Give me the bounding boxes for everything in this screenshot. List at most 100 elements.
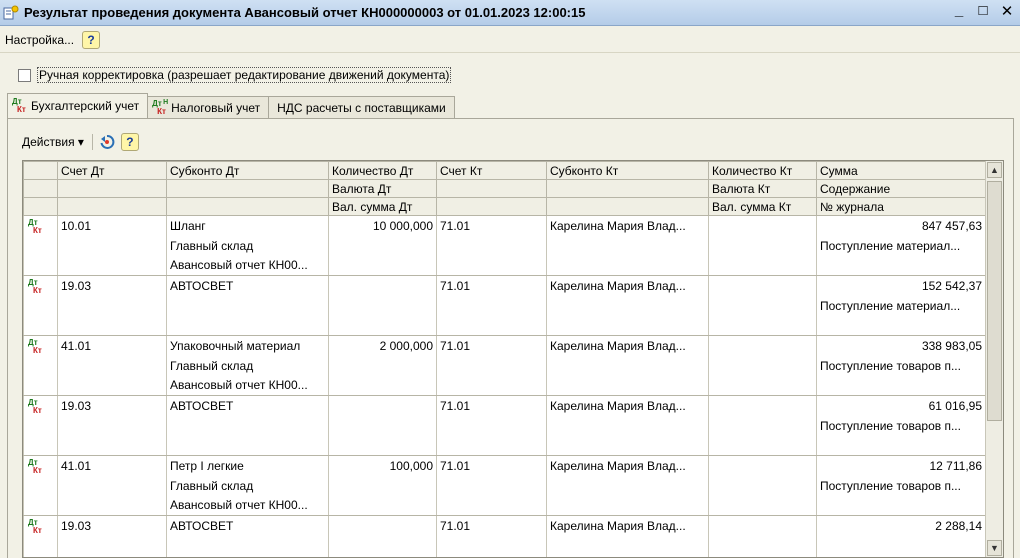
row-icon-cell (23, 255, 58, 276)
cell-quantity-kt (708, 455, 817, 476)
cell-account-kt (436, 295, 547, 316)
cell-account-kt: 71.01 (436, 455, 547, 476)
tab-accounting[interactable]: Дт Кт Бухгалтерский учет (7, 93, 149, 118)
table-row[interactable] (23, 315, 986, 336)
table-row[interactable] (23, 435, 986, 456)
column-header[interactable] (57, 197, 167, 216)
table-row[interactable]: Дт Кт 19.03 АВТОСВЕТ 71.01 Карелина Мария Вла… (23, 395, 986, 416)
maximize-button[interactable]: □ (976, 2, 990, 20)
scroll-thumb[interactable] (987, 181, 1002, 421)
table-row[interactable]: Дт Кт 19.03 АВТОСВЕТ 71.01 Карелина Мария Вла… (23, 515, 986, 536)
table-row[interactable]: Главный склад Поступление товаров п... (23, 475, 986, 496)
refresh-icon[interactable] (99, 134, 115, 150)
column-header[interactable] (166, 179, 329, 198)
dt-kt-tax-icon: Дт Н Кт (152, 98, 169, 116)
column-header[interactable]: Содержание (816, 179, 986, 198)
minimize-button[interactable]: _ (952, 2, 966, 20)
table-row[interactable]: Дт Кт 41.01 Упаковочный материал 2 000,000 71… (23, 335, 986, 356)
cell-quantity-dt (328, 495, 437, 516)
tab-label: НДС расчеты с поставщиками (277, 100, 446, 115)
row-icon-cell: Дт Кт (23, 515, 58, 536)
cell-subconto-kt: Карелина Мария Влад... (546, 335, 709, 356)
column-header[interactable]: Вал. сумма Дт (328, 197, 437, 216)
cell-subconto-dt: Главный склад (166, 235, 329, 256)
column-header[interactable] (23, 197, 58, 216)
table-row[interactable]: Авансовый отчет КН00... (23, 495, 986, 516)
column-header[interactable]: Сумма (816, 161, 986, 180)
table-row[interactable] (23, 535, 986, 556)
cell-quantity-kt (708, 515, 817, 536)
table-row[interactable]: Поступление товаров п... (23, 415, 986, 436)
grid-help-button[interactable]: ? (120, 133, 139, 151)
column-header[interactable] (57, 179, 167, 198)
cell-quantity-kt (708, 435, 817, 456)
cell-subconto-kt (546, 315, 709, 336)
column-header[interactable]: Субконто Дт (166, 161, 329, 180)
cell-account-dt: 10.01 (57, 215, 167, 236)
table-row[interactable]: Главный склад Поступление товаров п... (23, 355, 986, 376)
column-header[interactable] (23, 161, 58, 180)
cell-subconto-kt: Карелина Мария Влад... (546, 455, 709, 476)
close-button[interactable]: ✕ (1000, 2, 1014, 20)
table-row[interactable]: Поступление материал... (23, 295, 986, 316)
cell-quantity-dt: 2 000,000 (328, 335, 437, 356)
manual-edit-label[interactable]: Ручная корректировка (разрешает редактир… (37, 67, 452, 83)
column-header[interactable]: Счет Кт (436, 161, 547, 180)
column-header[interactable]: Счет Дт (57, 161, 167, 180)
cell-account-kt (436, 475, 547, 496)
table-row[interactable]: Главный склад Поступление материал... (23, 235, 986, 256)
row-icon-cell: Дт Кт (23, 275, 58, 296)
help-button[interactable]: ? (82, 30, 101, 49)
cell-subconto-dt (166, 415, 329, 436)
postings-grid[interactable]: Счет Дт Субконто Дт Количество Дт Счет Кт Су… (22, 160, 1004, 558)
column-header[interactable] (546, 197, 709, 216)
table-row[interactable]: Дт Кт 41.01 Петр I легкие 100,000 71.01 Карели… (23, 455, 986, 476)
row-icon-cell (23, 315, 58, 336)
cell-account-kt: 71.01 (436, 395, 547, 416)
cell-account-kt: 71.01 (436, 215, 547, 236)
dt-kt-icon: Дт Кт (28, 518, 42, 535)
cell-subconto-dt: Петр I легкие (166, 455, 329, 476)
row-icon-cell (23, 235, 58, 256)
column-header[interactable]: № журнала (816, 197, 986, 216)
tab-vat-suppliers[interactable]: НДС расчеты с поставщиками (268, 96, 455, 118)
cell-journal (816, 495, 986, 516)
dt-kt-icon: Дт Кт (28, 218, 42, 235)
scroll-down-icon[interactable]: ▼ (987, 540, 1002, 556)
column-header[interactable] (166, 197, 329, 216)
header-row: Валюта Дт Валюта Кт Содержание (23, 179, 986, 198)
column-header[interactable]: Валюта Дт (328, 179, 437, 198)
manual-edit-checkbox[interactable] (18, 68, 31, 82)
column-header[interactable] (23, 179, 58, 198)
column-header[interactable]: Количество Дт (328, 161, 437, 180)
column-header[interactable] (436, 197, 547, 216)
cell-quantity-dt (328, 395, 437, 416)
cell-quantity-dt (328, 435, 437, 456)
table-row[interactable]: Авансовый отчет КН00... (23, 255, 986, 276)
row-icon-cell (23, 535, 58, 556)
chevron-down-icon: ▾ (77, 135, 84, 149)
column-header[interactable] (436, 179, 547, 198)
tab-tax[interactable]: Дт Н Кт Налоговый учет (147, 96, 270, 118)
column-header[interactable]: Субконто Кт (546, 161, 709, 180)
column-header[interactable]: Количество Кт (708, 161, 817, 180)
column-header[interactable]: Вал. сумма Кт (708, 197, 817, 216)
cell-account-dt (57, 495, 167, 516)
cell-journal (816, 375, 986, 396)
cell-subconto-dt: Упаковочный материал (166, 335, 329, 356)
cell-quantity-dt (328, 475, 437, 496)
column-header[interactable]: Валюта Кт (708, 179, 817, 198)
table-row[interactable]: Авансовый отчет КН00... (23, 375, 986, 396)
table-row[interactable]: Дт Кт 10.01 Шланг 10 000,000 71.01 Карелина Ма… (23, 215, 986, 236)
column-header[interactable] (546, 179, 709, 198)
table-row[interactable]: Дт Кт 19.03 АВТОСВЕТ 71.01 Карелина Мария Вла… (23, 275, 986, 296)
actions-menu-button[interactable]: Действия ▾ (22, 135, 84, 149)
scroll-up-icon[interactable]: ▲ (987, 162, 1002, 178)
cell-subconto-dt: Авансовый отчет КН00... (166, 255, 329, 276)
cell-account-kt (436, 435, 547, 456)
cell-subconto-dt: АВТОСВЕТ (166, 395, 329, 416)
settings-menu[interactable]: Настройка... (5, 33, 74, 47)
dt-kt-icon: Дт Кт (28, 458, 42, 475)
vertical-scrollbar[interactable]: ▲ ▼ (985, 161, 1003, 557)
window-title: Результат проведения документа Авансовый… (24, 5, 586, 20)
